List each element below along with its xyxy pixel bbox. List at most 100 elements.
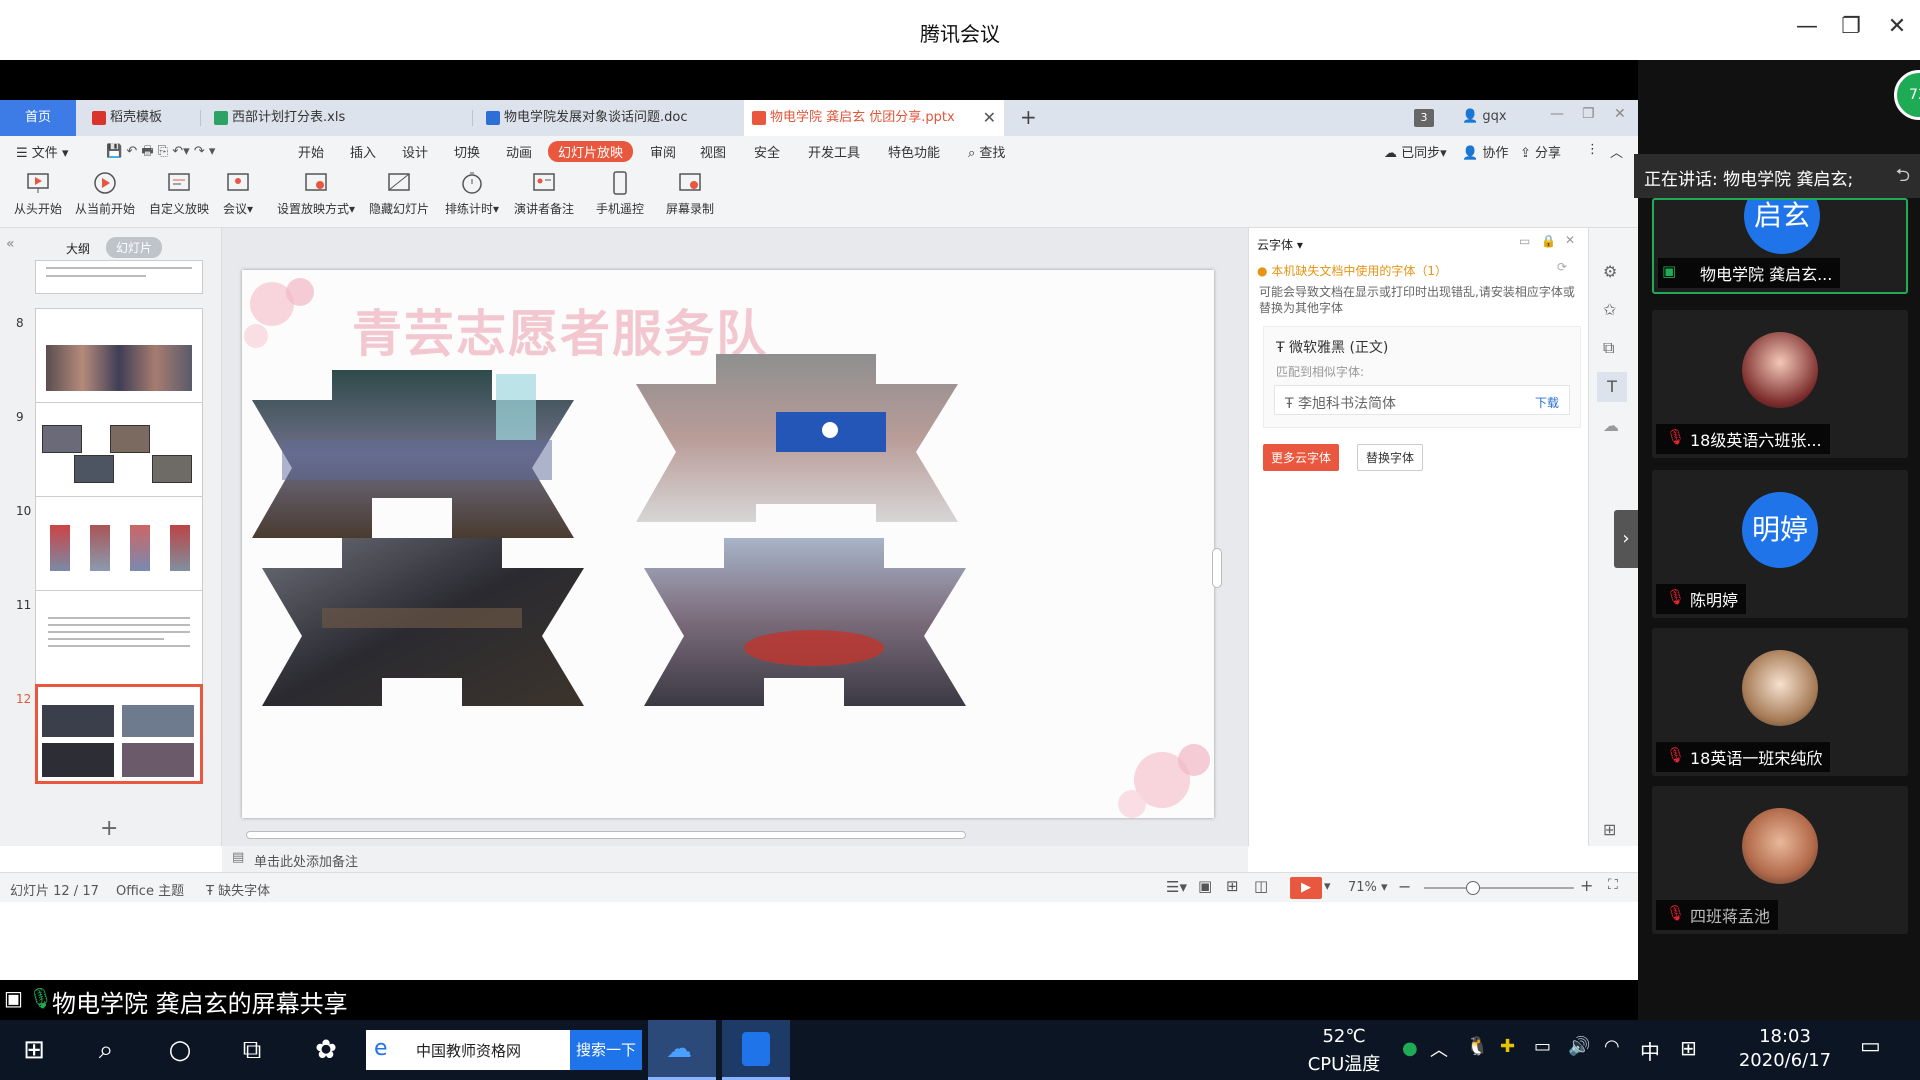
clock-date[interactable]: 2020/6/17 bbox=[1720, 1050, 1850, 1071]
font-tool-icon[interactable]: T bbox=[1597, 372, 1627, 402]
menu-insert[interactable]: 插入 bbox=[350, 142, 376, 161]
close-tab-icon[interactable]: ✕ bbox=[983, 100, 996, 136]
menu-design[interactable]: 设计 bbox=[402, 142, 428, 161]
play-options-icon[interactable]: ▾ bbox=[1324, 879, 1331, 894]
notes-toggle-icon[interactable]: ☰▾ bbox=[1166, 878, 1187, 896]
search-icon[interactable]: ⌕ bbox=[90, 1034, 122, 1066]
photo-group-1[interactable] bbox=[252, 370, 574, 538]
normal-view-icon[interactable]: ▣ bbox=[1198, 877, 1212, 895]
add-slide-icon[interactable]: + bbox=[100, 816, 118, 841]
lock-icon[interactable]: 🔒 bbox=[1541, 234, 1556, 248]
ime-mode-icon[interactable]: ⊞ bbox=[1680, 1036, 1697, 1060]
reading-view-icon[interactable]: ◫ bbox=[1254, 877, 1268, 895]
sync-status[interactable]: ☁ 已同步▾ bbox=[1384, 142, 1447, 161]
slide-thumb-8[interactable] bbox=[35, 308, 203, 406]
menu-slideshow[interactable]: 幻灯片放映 bbox=[548, 141, 634, 162]
font-panel-title[interactable]: 云字体 ▾ bbox=[1257, 236, 1303, 253]
participant-card[interactable]: 启玄 ▣ 物电学院 龚启玄... bbox=[1652, 198, 1908, 294]
participant-card[interactable]: 🎙 18英语一班宋纯欣 bbox=[1652, 628, 1908, 776]
wps-minimize-icon[interactable]: — bbox=[1550, 106, 1564, 122]
slide-thumb-7[interactable] bbox=[35, 260, 203, 294]
collab-button[interactable]: 👤 协作 bbox=[1462, 142, 1508, 161]
download-font-link[interactable]: 下载 bbox=[1535, 394, 1559, 411]
zoom-level[interactable]: 71% ▾ bbox=[1348, 880, 1388, 895]
play-from-start-button[interactable]: 从头开始 bbox=[8, 170, 68, 217]
pin-icon[interactable]: ✩ bbox=[1603, 300, 1616, 319]
tab-docer[interactable]: 稻壳模板 bbox=[84, 100, 194, 136]
participant-card[interactable]: 明婷 🎙 陈明婷 bbox=[1652, 470, 1908, 618]
slide-thumb-10[interactable] bbox=[35, 496, 203, 594]
screen-record-button[interactable]: 屏幕录制 bbox=[662, 170, 718, 217]
shape-icon[interactable]: ⧉ bbox=[1603, 338, 1614, 358]
tab-home[interactable]: 首页 bbox=[0, 100, 76, 136]
notes-bar[interactable]: ▤ 单击此处添加备注 bbox=[222, 846, 1248, 872]
qq-tray-icon[interactable]: 🐧 bbox=[1466, 1036, 1488, 1057]
clock-time[interactable]: 18:03 bbox=[1720, 1026, 1850, 1047]
menu-search[interactable]: ⌕ 查找 bbox=[968, 142, 1005, 161]
menu-view[interactable]: 视图 bbox=[700, 142, 726, 161]
tab-count-badge[interactable]: 3 bbox=[1414, 109, 1434, 127]
new-tab-icon[interactable]: + bbox=[1020, 105, 1037, 129]
photo-group-2[interactable] bbox=[636, 354, 958, 522]
browser-search-box[interactable]: e 中国教师资格网 搜索一下 bbox=[366, 1030, 642, 1070]
current-slide[interactable]: 青芸志愿者服务队 bbox=[242, 270, 1214, 818]
collapse-panel-icon[interactable]: « bbox=[6, 236, 15, 252]
expand-panel-icon[interactable]: › bbox=[1614, 510, 1638, 568]
taskbar-app-meeting[interactable]: ☁ bbox=[648, 1020, 716, 1080]
participant-count-badge[interactable]: 73 bbox=[1894, 70, 1920, 120]
play-slideshow-button[interactable]: ▶ bbox=[1290, 877, 1322, 899]
task-view-icon[interactable]: ⧉ bbox=[236, 1034, 268, 1066]
missing-font-status[interactable]: Ŧ 缺失字体 bbox=[206, 880, 270, 899]
horizontal-scrollbar[interactable] bbox=[246, 831, 966, 839]
app-360-icon[interactable]: ✿ bbox=[310, 1034, 342, 1066]
tab-pptx[interactable]: 物电学院 龚启玄 优团分享.pptx ✕ bbox=[744, 100, 1004, 136]
presenter-notes-button[interactable]: 演讲者备注 bbox=[510, 170, 578, 217]
wifi-icon[interactable]: ◠ bbox=[1604, 1036, 1620, 1057]
rehearse-timing-button[interactable]: 排练计时▾ bbox=[442, 170, 502, 217]
close-panel-icon[interactable]: ✕ bbox=[1565, 233, 1575, 247]
slideshow-settings-button[interactable]: 设置放映方式▾ bbox=[272, 170, 360, 217]
quick-access-icons[interactable]: 💾 ↶ 🖶 ⎘ ↶▾ ↷ ▾ bbox=[106, 142, 215, 164]
fit-window-icon[interactable]: ⛶ bbox=[1608, 877, 1618, 893]
close-icon[interactable]: ✕ bbox=[1882, 14, 1912, 39]
grid-icon[interactable]: ⊞ bbox=[1603, 820, 1616, 839]
search-go-button[interactable]: 搜索一下 bbox=[570, 1030, 642, 1070]
zoom-slider-handle[interactable] bbox=[1466, 881, 1480, 895]
security-tray-icon[interactable]: ● bbox=[1402, 1038, 1418, 1059]
notification-icon[interactable]: ▭ bbox=[1860, 1034, 1881, 1059]
ime-indicator[interactable]: 中 bbox=[1640, 1036, 1660, 1065]
tab-outline[interactable]: 大纲 bbox=[66, 240, 90, 257]
menu-animation[interactable]: 动画 bbox=[506, 142, 532, 161]
tray-expand-icon[interactable]: ︿ bbox=[1430, 1036, 1448, 1062]
tab-xls[interactable]: 西部计划打分表.xls bbox=[206, 100, 466, 136]
menu-start[interactable]: 开始 bbox=[298, 142, 324, 161]
restore-icon[interactable]: ❐ bbox=[1836, 14, 1866, 39]
menu-security[interactable]: 安全 bbox=[754, 142, 780, 161]
play-from-current-button[interactable]: 从当前开始 bbox=[70, 170, 140, 217]
replace-font-button[interactable]: 替换字体 bbox=[1357, 444, 1424, 471]
collapse-arrow-icon[interactable]: ⮌ bbox=[1896, 163, 1910, 193]
participant-card[interactable]: 🎙 18级英语六班张... bbox=[1652, 310, 1908, 458]
more-icon[interactable]: ⋮ bbox=[1586, 142, 1599, 157]
app-tray-icon[interactable]: ✚ bbox=[1500, 1036, 1515, 1057]
phone-remote-button[interactable]: 手机遥控 bbox=[592, 170, 648, 217]
minimize-icon[interactable]: — bbox=[1792, 14, 1822, 39]
tab-slides[interactable]: 幻灯片 bbox=[106, 237, 163, 258]
meeting-button[interactable]: 会议▾ bbox=[218, 170, 258, 217]
user-name[interactable]: 👤 gqx bbox=[1462, 109, 1507, 124]
slide-thumb-11[interactable] bbox=[35, 590, 203, 688]
similar-font-row[interactable]: Ŧ 李旭科书法简体 下载 bbox=[1274, 385, 1570, 415]
cloud-icon[interactable]: ☁ bbox=[1603, 416, 1619, 435]
vertical-scrollbar[interactable] bbox=[1212, 548, 1222, 588]
photo-group-3[interactable] bbox=[262, 538, 584, 706]
menu-transition[interactable]: 切换 bbox=[454, 142, 480, 161]
volume-icon[interactable]: 🔊 bbox=[1568, 1036, 1590, 1057]
refresh-icon[interactable]: ⟳ bbox=[1557, 260, 1567, 274]
tab-doc[interactable]: 物电学院发展对象谈话问题.doc bbox=[478, 100, 742, 136]
zoom-in-icon[interactable]: + bbox=[1580, 876, 1593, 895]
zoom-out-icon[interactable]: − bbox=[1398, 877, 1411, 896]
slide-thumb-9[interactable] bbox=[35, 402, 203, 500]
windows-start-icon[interactable]: ⊞ bbox=[18, 1034, 50, 1066]
wps-restore-icon[interactable]: ❐ bbox=[1582, 106, 1595, 122]
feedback-icon[interactable]: ▭ bbox=[1519, 234, 1530, 248]
